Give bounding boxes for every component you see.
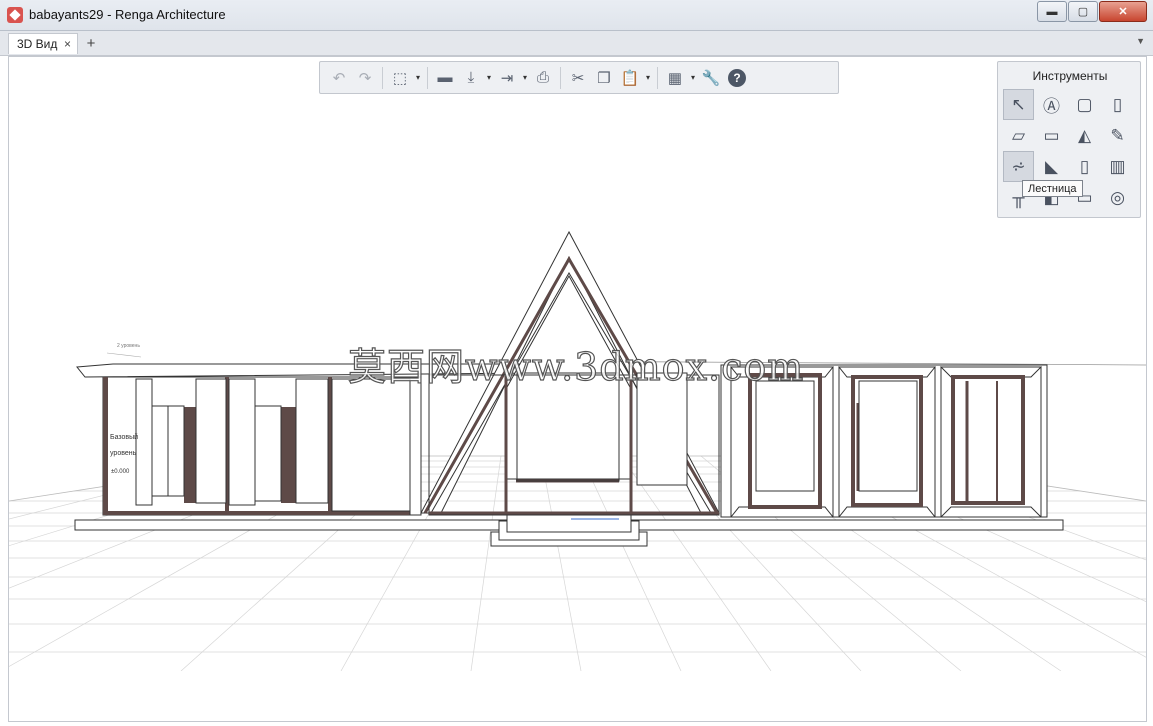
help-button[interactable]: ? [724, 65, 750, 91]
toolbar-separator [657, 66, 658, 89]
ramp-icon[interactable]: ◣ [1036, 151, 1067, 182]
properties-icon[interactable]: ▦ [662, 65, 688, 91]
renga-logo-icon [7, 7, 23, 23]
tab-label: 3D Вид [17, 37, 58, 51]
wrench-icon[interactable]: 🔧 [698, 65, 724, 91]
toolbar-separator [382, 66, 383, 89]
cut-icon[interactable]: ✂ [565, 65, 591, 91]
tab-bar: 3D Вид × + ▼ [0, 31, 1153, 56]
pencil-icon[interactable]: ✎ [1102, 120, 1133, 151]
main-toolbar: ↶ ↷ ⬚ ▾ ▬ ⤓ ▾ ⇥ ▾ ⎙ ✂ ❐ 📋 ▾ ▦ ▾ 🔧 ? [319, 61, 839, 94]
upper-level-label: 2 уровень [117, 343, 140, 349]
floor-slab-icon[interactable]: ▱ [1003, 120, 1034, 151]
level-label: Базовый [110, 433, 138, 441]
view-dropdown-icon[interactable]: ▾ [413, 65, 423, 91]
level-mark: ±0.000 [111, 469, 130, 475]
open-folder-icon[interactable]: ▬ [432, 65, 458, 91]
toolbar-separator [427, 66, 428, 89]
paste-icon[interactable]: 📋 [617, 65, 643, 91]
equipment-icon[interactable]: ◎ [1102, 182, 1133, 213]
copy-icon[interactable]: ❐ [591, 65, 617, 91]
tab-close-icon[interactable]: × [64, 37, 71, 51]
minimize-button[interactable]: ▬ [1037, 1, 1067, 22]
beam-icon[interactable]: ▯ [1102, 89, 1133, 120]
column-icon[interactable]: ▢ [1069, 89, 1100, 120]
tab-3d-view[interactable]: 3D Вид × [8, 33, 78, 54]
view-cube-icon[interactable]: ⬚ [387, 65, 413, 91]
door-icon[interactable]: ▯ [1069, 151, 1100, 182]
stair-tooltip: Лестница [1022, 180, 1083, 197]
window-title: babayants29 - Renga Architecture [29, 7, 226, 22]
import-dropdown-icon[interactable]: ▾ [484, 65, 494, 91]
toolbar-separator [560, 66, 561, 89]
print-icon[interactable]: ⎙ [530, 65, 556, 91]
undo-icon[interactable]: ↶ [326, 65, 352, 91]
tab-menu-icon[interactable]: ▼ [1136, 36, 1145, 46]
roof-icon[interactable]: ◭ [1069, 120, 1100, 151]
select-cursor-icon[interactable]: ↖ [1003, 89, 1034, 120]
export-dropdown-icon[interactable]: ▾ [520, 65, 530, 91]
title-bar: babayants29 - Renga Architecture ▬ ▢ ✕ [0, 0, 1153, 31]
level-label-2: уровень [110, 450, 137, 457]
stair-icon[interactable]: ⩫ [1003, 151, 1034, 182]
export-icon[interactable]: ⇥ [494, 65, 520, 91]
add-tab-button[interactable]: + [82, 34, 100, 52]
maximize-button[interactable]: ▢ [1068, 1, 1098, 22]
import-icon[interactable]: ⤓ [458, 65, 484, 91]
tools-panel-title: Инструменты [1032, 69, 1108, 83]
close-button[interactable]: ✕ [1099, 1, 1147, 22]
properties-dropdown-icon[interactable]: ▾ [688, 65, 698, 91]
paste-dropdown-icon[interactable]: ▾ [643, 65, 653, 91]
opening-icon[interactable]: ▭ [1036, 120, 1067, 151]
help-icon: ? [728, 68, 746, 87]
window-icon[interactable]: ▥ [1102, 151, 1133, 182]
redo-icon[interactable]: ↷ [352, 65, 378, 91]
annotation-icon[interactable]: Ⓐ [1036, 89, 1067, 120]
watermark-text: 莫西网www.3dmox.com [347, 344, 805, 389]
